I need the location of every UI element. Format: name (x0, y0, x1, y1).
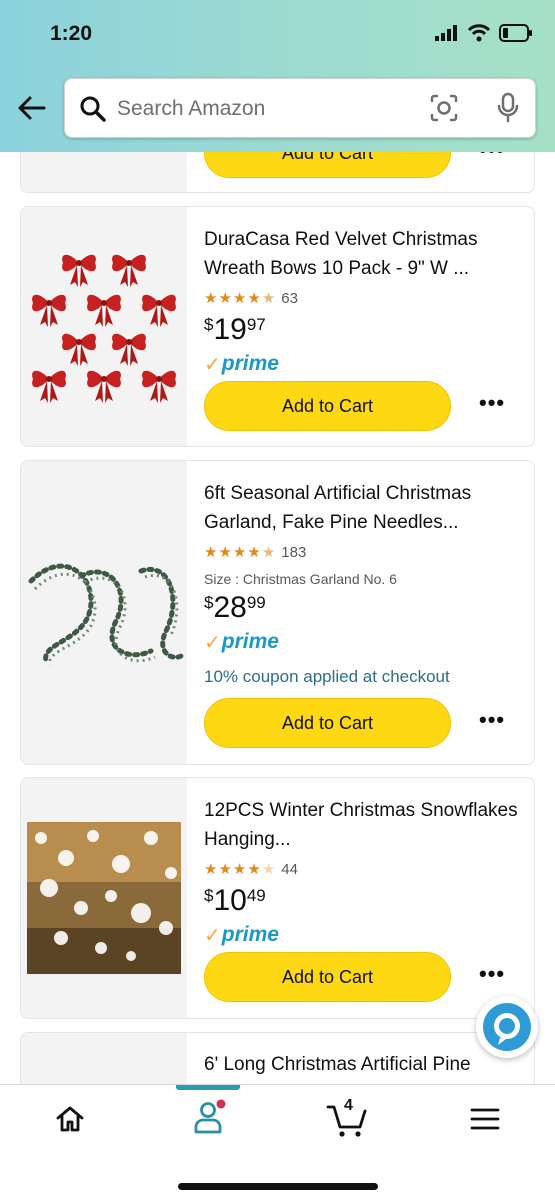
product-image[interactable] (21, 778, 187, 1018)
bottom-navigation: 4 (0, 1084, 555, 1200)
red-bows-image (32, 254, 176, 403)
alexa-button[interactable] (476, 996, 538, 1058)
account-icon[interactable] (192, 1099, 226, 1135)
rating[interactable]: ★ ★ ★ ★ ★ 183 (204, 541, 524, 563)
cart-count: 4 (344, 1097, 353, 1114)
product-title[interactable]: DuraCasa Red Velvet Christmas Wreath Bow… (204, 225, 524, 283)
price: $28 99 (204, 591, 266, 624)
product-card[interactable]: DuraCasa Red Velvet Christmas Wreath Bow… (20, 206, 535, 447)
home-indicator (178, 1183, 378, 1190)
star-rating-icon: ★ ★ ★ ★ ★ (204, 289, 276, 307)
add-to-cart-button[interactable]: Add to Cart (204, 698, 451, 748)
garland-image (28, 563, 184, 666)
add-to-cart-button[interactable]: Add to Cart (204, 381, 451, 431)
product-card[interactable]: 12PCS Winter Christmas Snowflakes Hangin… (20, 777, 535, 1019)
product-title[interactable]: 6ft Seasonal Artificial Christmas Garlan… (204, 479, 524, 537)
prime-check-icon: ✓ (204, 353, 221, 376)
more-options-button[interactable]: ••• (479, 961, 505, 987)
prime-badge: ✓ prime (204, 352, 279, 376)
star-rating-icon: ★ ★ ★ ★ ★ (204, 860, 276, 878)
review-count: 63 (281, 289, 298, 307)
size-label: Size : Christmas Garland No. 6 (204, 571, 397, 587)
prime-check-icon: ✓ (204, 631, 221, 654)
home-icon[interactable] (54, 1103, 86, 1135)
prime-badge: ✓ prime (204, 923, 279, 947)
app-header: 1:20 Search Amazon (0, 0, 555, 152)
back-arrow-icon[interactable] (14, 90, 50, 126)
status-icons (435, 24, 533, 42)
price: $19 97 (204, 313, 266, 346)
active-tab-indicator (176, 1085, 240, 1090)
alexa-icon (483, 1003, 531, 1051)
review-count: 44 (281, 860, 298, 878)
wifi-icon (467, 24, 491, 42)
rating[interactable]: ★ ★ ★ ★ ★ 63 (204, 287, 524, 309)
more-options-button[interactable]: ••• (479, 390, 505, 416)
prime-badge: ✓ prime (204, 630, 279, 654)
product-info: DuraCasa Red Velvet Christmas Wreath Bow… (204, 225, 524, 377)
status-time: 1:20 (50, 22, 93, 45)
price: $10 49 (204, 884, 266, 917)
product-title[interactable]: 12PCS Winter Christmas Snowflakes Hangin… (204, 796, 524, 854)
search-placeholder: Search Amazon (117, 97, 266, 120)
add-to-cart-button[interactable]: Add to Cart (204, 952, 451, 1002)
camera-scan-icon[interactable] (429, 93, 459, 123)
signal-icon (435, 25, 457, 41)
product-image[interactable] (21, 207, 187, 446)
search-input[interactable]: Search Amazon (64, 78, 536, 138)
product-info: 12PCS Winter Christmas Snowflakes Hangin… (204, 796, 524, 948)
cart-button[interactable]: 4 (326, 1097, 370, 1139)
snowflakes-image (27, 822, 181, 974)
product-info: 6ft Seasonal Artificial Christmas Garlan… (204, 479, 524, 687)
menu-icon[interactable] (470, 1107, 500, 1131)
review-count: 183 (281, 543, 307, 561)
rating[interactable]: ★ ★ ★ ★ ★ 44 (204, 858, 524, 880)
search-icon (80, 96, 106, 122)
product-image[interactable] (21, 461, 187, 764)
product-card[interactable]: 6ft Seasonal Artificial Christmas Garlan… (20, 460, 535, 765)
star-rating-icon: ★ ★ ★ ★ ★ (204, 543, 276, 561)
coupon-text: 10% coupon applied at checkout (204, 667, 450, 686)
more-options-button[interactable]: ••• (479, 707, 505, 733)
battery-icon (499, 24, 532, 42)
microphone-icon[interactable] (495, 92, 521, 124)
prime-check-icon: ✓ (204, 924, 221, 947)
